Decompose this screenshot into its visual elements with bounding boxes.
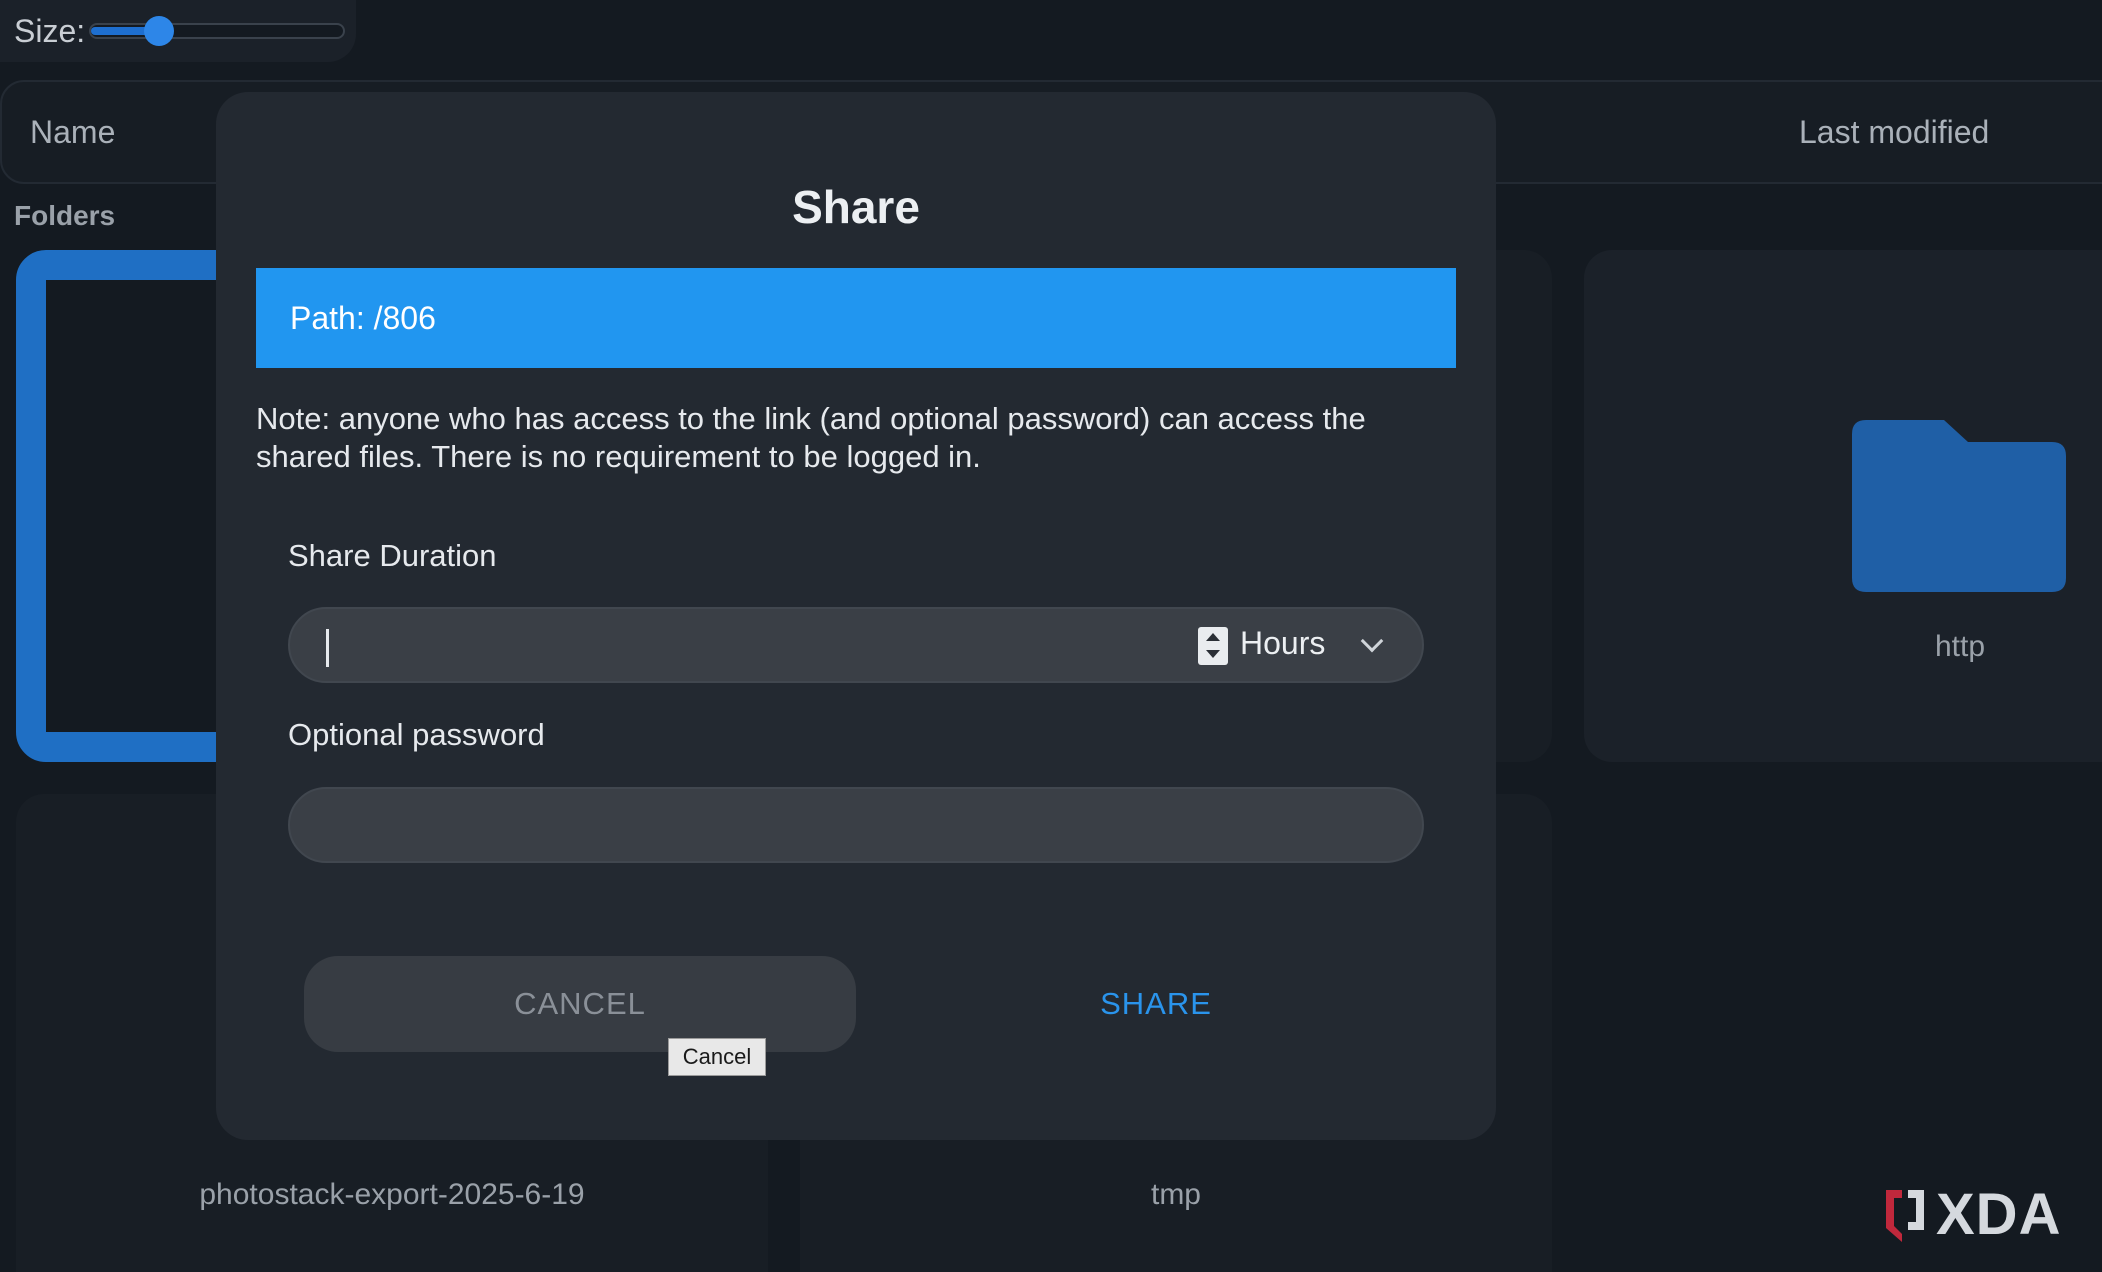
size-slider[interactable] — [89, 16, 346, 46]
cancel-tooltip: Cancel — [668, 1038, 766, 1076]
xda-logo-icon — [1886, 1190, 1924, 1242]
folder-name: tmp — [1150, 1178, 1201, 1211]
stepper-down-icon[interactable] — [1206, 650, 1220, 658]
folder-name: photostack-export-2025-6-19 — [199, 1178, 585, 1211]
share-dialog: Share Path: /806 Note: anyone who has ac… — [216, 92, 1496, 1140]
optional-password-input[interactable] — [288, 787, 1424, 863]
share-path-banner: Path: /806 — [256, 268, 1456, 368]
size-label: Size: — [14, 12, 86, 49]
share-path-text: Path: /806 — [290, 299, 436, 336]
size-control: Size: — [0, 0, 356, 62]
column-header-last-modified[interactable]: Last modified — [1799, 114, 1989, 151]
optional-password-label: Optional password — [288, 717, 545, 752]
column-header-name[interactable]: Name — [30, 114, 115, 151]
folder-icon — [1852, 420, 2066, 592]
dialog-title: Share — [792, 181, 920, 233]
share-duration-label: Share Duration — [288, 538, 497, 573]
chevron-down-icon[interactable] — [1360, 629, 1384, 653]
size-slider-thumb[interactable] — [144, 16, 175, 46]
stepper-icon[interactable] — [1198, 627, 1228, 665]
share-button[interactable]: SHARE — [906, 956, 1406, 1052]
share-note: Note: anyone who has access to the link … — [256, 401, 1366, 474]
stepper-up-icon[interactable] — [1206, 633, 1220, 641]
watermark-text: XDA — [1936, 1181, 2062, 1247]
share-duration-input[interactable]: Hours — [288, 607, 1424, 683]
cancel-button[interactable]: CANCEL — [304, 956, 856, 1052]
duration-unit-select[interactable]: Hours — [1240, 625, 1325, 662]
folder-name: http — [1934, 630, 1986, 663]
folders-section-label: Folders — [14, 200, 116, 231]
watermark-logo: XDA — [1882, 1182, 2082, 1247]
text-caret — [326, 629, 329, 667]
